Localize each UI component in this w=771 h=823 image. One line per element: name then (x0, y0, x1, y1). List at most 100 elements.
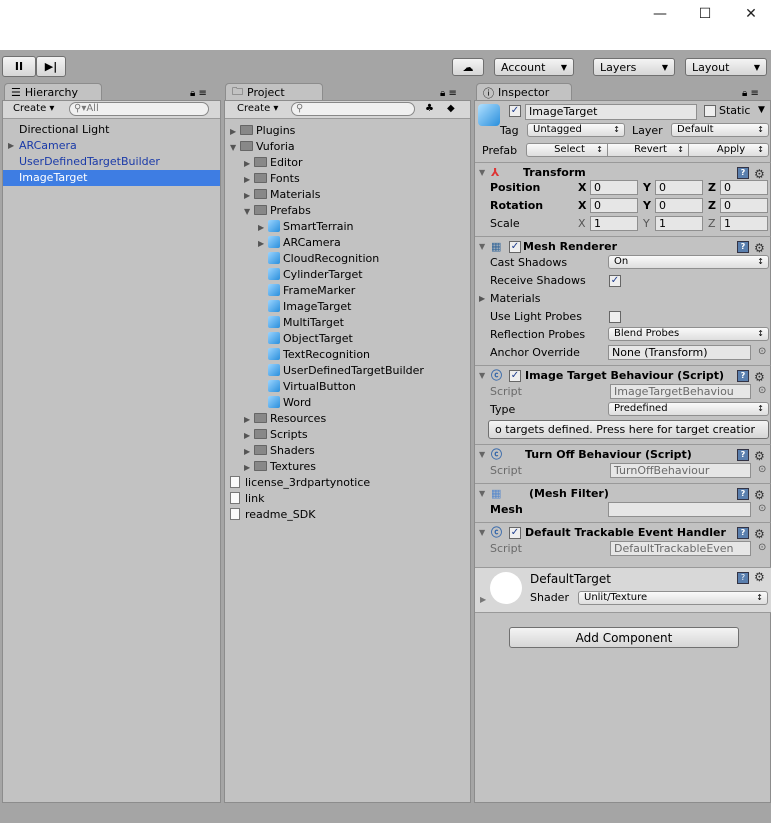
create-dropdown[interactable]: Create ▾ (13, 103, 54, 114)
script-field[interactable]: DefaultTrackableEven (610, 541, 751, 556)
lock-icon[interactable]: 🔒︎ ≡ (190, 88, 207, 99)
target-creation-button[interactable]: o targets defined. Press here for target… (488, 420, 769, 439)
object-picker-icon[interactable]: ⊙ (758, 503, 766, 514)
collapse-arrow-icon[interactable]: ▼ (479, 484, 485, 504)
static-checkbox[interactable] (704, 105, 716, 117)
project-item[interactable]: ▶ Fonts (244, 171, 300, 187)
collapse-arrow-icon[interactable]: ▼ (479, 445, 485, 465)
rotation-z-input[interactable]: 0 (720, 198, 768, 213)
project-item[interactable]: link (230, 491, 264, 507)
minimize-button[interactable]: — (645, 6, 675, 26)
lock-icon[interactable]: 🔒︎ ≡ (440, 88, 457, 99)
component-header[interactable]: ▼ ⅄ Transform ? ⚙ (475, 162, 771, 182)
add-component-button[interactable]: Add Component (509, 627, 739, 648)
gear-icon[interactable]: ⚙ (754, 570, 765, 584)
collapse-arrow-icon[interactable]: ▼ (479, 163, 485, 183)
project-item[interactable]: VirtualButton (258, 379, 356, 395)
help-icon[interactable]: ? (737, 527, 749, 539)
scale-x-input[interactable]: 1 (590, 216, 638, 231)
expand-arrow-icon[interactable]: ▶ (244, 172, 254, 188)
object-picker-icon[interactable]: ⊙ (758, 385, 766, 396)
expand-arrow-icon[interactable]: ▶ (244, 460, 254, 476)
object-picker-icon[interactable]: ⊙ (758, 464, 766, 475)
tag-dropdown[interactable]: Untagged (527, 123, 625, 137)
expand-arrow-icon[interactable]: ▶ (244, 428, 254, 444)
filter-by-label-icon[interactable]: ◆ (447, 103, 455, 114)
prefab-select-button[interactable]: Select (526, 143, 608, 157)
help-icon[interactable]: ? (737, 488, 749, 500)
create-dropdown[interactable]: Create ▾ (237, 103, 278, 114)
shader-dropdown[interactable]: Unlit/Texture (578, 591, 768, 605)
reflection-probes-dropdown[interactable]: Blend Probes (608, 327, 769, 341)
gear-icon[interactable]: ⚙ (754, 524, 765, 544)
component-header[interactable]: ▼ ▦ (Mesh Filter) ? ⚙ (475, 483, 771, 503)
project-item[interactable]: license_3rdpartynotice (230, 475, 370, 491)
project-item[interactable]: CloudRecognition (258, 251, 379, 267)
gear-icon[interactable]: ⚙ (754, 485, 765, 505)
expand-arrow-icon[interactable]: ▶ (479, 294, 485, 303)
help-icon[interactable]: ? (737, 572, 749, 584)
pause-button[interactable]: II (2, 56, 36, 77)
gear-icon[interactable]: ⚙ (754, 446, 765, 466)
script-field[interactable]: ImageTargetBehaviou (610, 384, 751, 399)
tab-hierarchy[interactable]: ☰ Hierarchy (4, 83, 102, 101)
project-item[interactable]: MultiTarget (258, 315, 344, 331)
component-header[interactable]: ▼ ⓒ ✓ Image Target Behaviour (Script) ? … (475, 365, 771, 385)
expand-arrow-icon[interactable]: ▼ (230, 140, 240, 156)
expand-arrow-icon[interactable]: ▶ (480, 595, 486, 604)
help-icon[interactable]: ? (737, 370, 749, 382)
component-header[interactable]: ▼ ⓒ ✓ Default Trackable Event Handler ? … (475, 522, 771, 542)
project-item[interactable]: ▶ Scripts (244, 427, 308, 443)
component-header[interactable]: ▼ ▦ ✓ Mesh Renderer ? ⚙ (475, 236, 771, 256)
project-item[interactable]: ▼ Vuforia (230, 139, 295, 155)
lock-icon[interactable]: 🔒︎ ≡ (742, 88, 759, 99)
project-item[interactable]: ▼ Prefabs (244, 203, 311, 219)
script-field[interactable]: TurnOffBehaviour (610, 463, 751, 478)
step-button[interactable]: ▶| (36, 56, 66, 77)
expand-arrow-icon[interactable]: ▶ (244, 188, 254, 204)
project-item[interactable]: ▶ Materials (244, 187, 320, 203)
layout-dropdown[interactable]: Layout ▼ (685, 58, 767, 76)
help-icon[interactable]: ? (737, 167, 749, 179)
component-header[interactable]: ▼ ⓒ Turn Off Behaviour (Script) ? ⚙ (475, 444, 771, 464)
name-input[interactable]: ImageTarget (525, 104, 697, 120)
expand-arrow-icon[interactable]: ▶ (8, 138, 14, 154)
expand-arrow-icon[interactable]: ▶ (244, 444, 254, 460)
object-picker-icon[interactable]: ⊙ (758, 542, 766, 553)
close-button[interactable]: ✕ (736, 6, 766, 26)
rotation-y-input[interactable]: 0 (655, 198, 703, 213)
cast-shadows-dropdown[interactable]: On (608, 255, 769, 269)
object-picker-icon[interactable]: ⊙ (758, 346, 766, 357)
project-item[interactable]: FrameMarker (258, 283, 355, 299)
mesh-field[interactable] (608, 502, 751, 517)
project-item[interactable]: TextRecognition (258, 347, 370, 363)
project-item[interactable]: ▶ Editor (244, 155, 303, 171)
hierarchy-search-input[interactable]: ⚲▾All (69, 102, 209, 116)
prefab-apply-button[interactable]: Apply (688, 143, 769, 157)
expand-arrow-icon[interactable]: ▼ (244, 204, 254, 220)
rotation-x-input[interactable]: 0 (590, 198, 638, 213)
collapse-arrow-icon[interactable]: ▼ (479, 523, 485, 543)
position-z-input[interactable]: 0 (720, 180, 768, 195)
enabled-checkbox[interactable]: ✓ (509, 370, 521, 382)
enabled-checkbox[interactable]: ✓ (509, 527, 521, 539)
static-dropdown-arrow[interactable]: ▼ (758, 105, 765, 115)
expand-arrow-icon[interactable]: ▶ (244, 412, 254, 428)
project-item[interactable]: ▶ ARCamera (258, 235, 341, 251)
active-checkbox[interactable]: ✓ (509, 105, 521, 117)
layers-dropdown[interactable]: Layers ▼ (593, 58, 675, 76)
scale-y-input[interactable]: 1 (655, 216, 703, 231)
hierarchy-item[interactable]: Directional Light (3, 122, 220, 138)
project-item[interactable]: ▶ SmartTerrain (258, 219, 354, 235)
help-icon[interactable]: ? (737, 449, 749, 461)
project-item[interactable]: ▶ Textures (244, 459, 316, 475)
help-icon[interactable]: ? (737, 241, 749, 253)
maximize-button[interactable]: ☐ (690, 6, 720, 26)
project-item[interactable]: Word (258, 395, 311, 411)
project-item[interactable]: ▶ Plugins (230, 123, 295, 139)
expand-arrow-icon[interactable]: ▶ (258, 236, 268, 252)
account-dropdown[interactable]: Account ▼ (494, 58, 574, 76)
position-x-input[interactable]: 0 (590, 180, 638, 195)
expand-arrow-icon[interactable]: ▶ (230, 124, 240, 140)
collapse-arrow-icon[interactable]: ▼ (479, 237, 485, 257)
